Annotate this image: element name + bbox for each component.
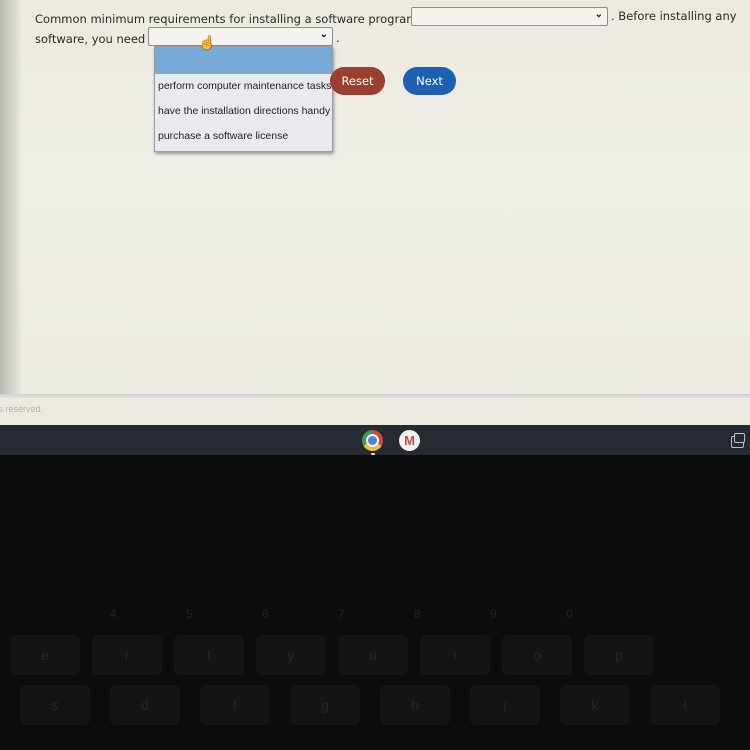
keyboard-key: l — [650, 685, 720, 725]
chromeos-shelf: M — [0, 425, 750, 455]
keyboard-key-number: 9 — [490, 607, 497, 621]
answer-select-1[interactable]: ⌄ — [411, 7, 608, 26]
footer-copyright: ts reserved. — [0, 404, 44, 414]
overview-icon[interactable] — [731, 433, 745, 448]
keyboard-key: k — [560, 685, 630, 725]
gmail-glyph: M — [404, 433, 415, 448]
keyboard-key: y — [256, 635, 326, 675]
keyboard-key-number: 7 — [338, 607, 345, 621]
screen: Common minimum requirements for installi… — [0, 0, 750, 425]
answer-select-2[interactable]: ⌄ — [148, 27, 333, 46]
keyboard-key: t — [174, 635, 244, 675]
next-button[interactable]: Next — [403, 67, 456, 95]
chevron-down-icon: ⌄ — [319, 29, 328, 40]
dropdown-option[interactable]: purchase a software license — [155, 124, 332, 149]
keyboard-key: h — [380, 685, 450, 725]
keyboard-key: g — [290, 685, 360, 725]
keyboard-key: j — [470, 685, 540, 725]
keyboard-key-number: 8 — [414, 607, 421, 621]
keyboard-key: u — [338, 635, 408, 675]
footer-divider — [0, 394, 750, 398]
question-line-2-period: . — [336, 31, 340, 45]
hand-pointer-cursor-icon: ☝ — [199, 35, 216, 50]
physical-keyboard: ertyuiop sdfghjkl 4 5 6 7 8 9 0 — [0, 455, 750, 750]
chevron-down-icon: ⌄ — [594, 9, 603, 20]
keyboard-key-number: 5 — [186, 607, 193, 621]
keyboard-key-number: 4 — [110, 607, 117, 621]
dropdown-option-blank[interactable] — [155, 47, 332, 74]
reset-button[interactable]: Reset — [330, 67, 385, 95]
keyboard-key: f — [200, 685, 270, 725]
keyboard-key-number: 0 — [566, 607, 573, 621]
chrome-icon[interactable] — [362, 430, 383, 451]
gmail-icon[interactable]: M — [399, 430, 420, 451]
keyboard-key: o — [502, 635, 572, 675]
keyboard-key: r — [92, 635, 162, 675]
keyboard-key-number: 6 — [262, 607, 269, 621]
screen-left-edge — [0, 0, 22, 395]
keyboard-key: p — [584, 635, 654, 675]
keyboard-key: d — [110, 685, 180, 725]
keyboard-key: e — [10, 635, 80, 675]
dropdown-option[interactable]: perform computer maintenance tasks — [155, 74, 332, 99]
keyboard-key: s — [20, 685, 90, 725]
question-line-2: software, you need to — [35, 32, 161, 46]
dropdown-option[interactable]: have the installation directions handy — [155, 99, 332, 124]
question-line-1-continuation: . Before installing any — [611, 9, 737, 23]
answer-select-2-options: perform computer maintenance tasks have … — [154, 46, 333, 152]
keyboard-key: i — [420, 635, 490, 675]
